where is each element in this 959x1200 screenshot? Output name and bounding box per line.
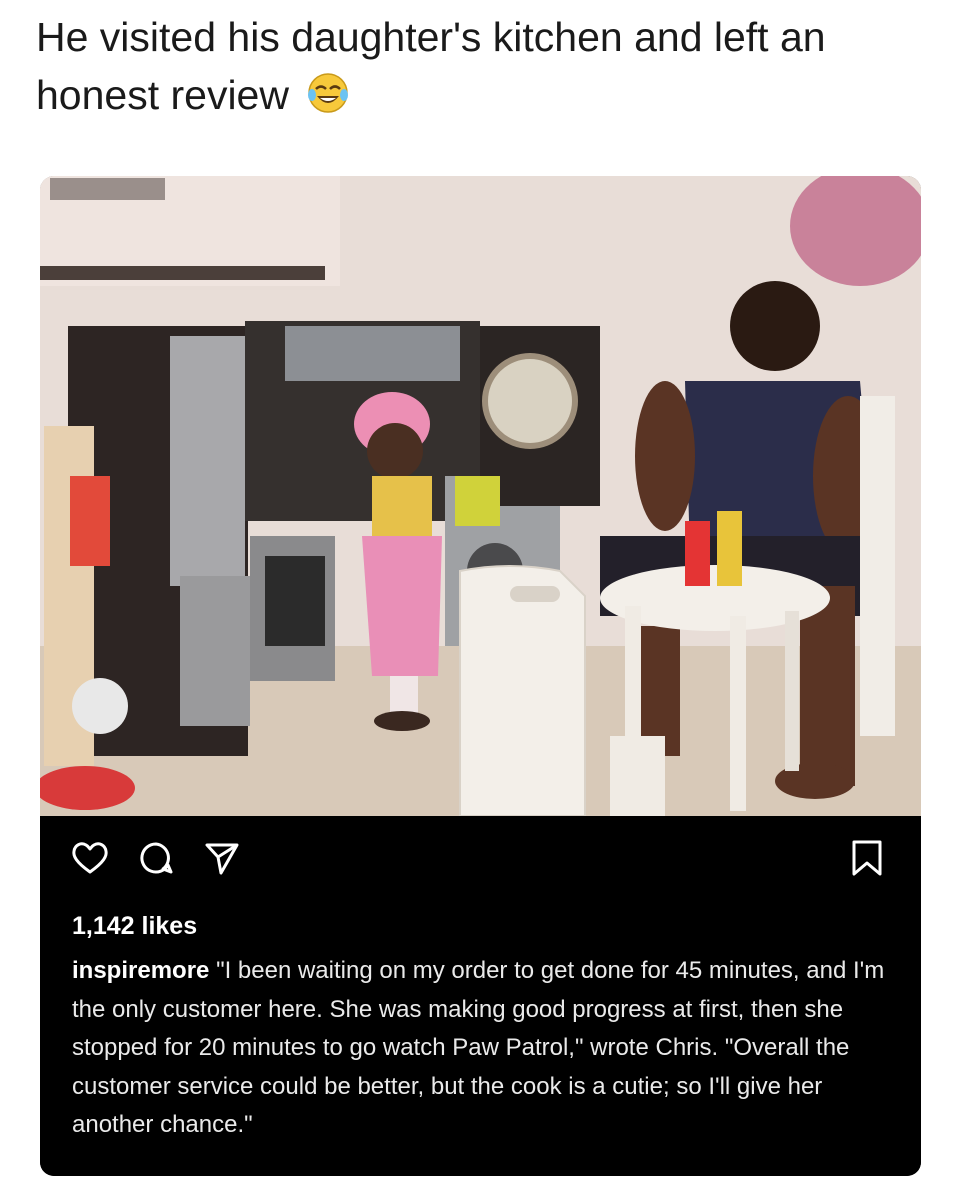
tears-of-joy-emoji-icon xyxy=(306,71,350,115)
post-action-bar: 1,142 likes inspiremore "I been waiting … xyxy=(40,816,921,1176)
post-caption: inspiremore "I been waiting on my order … xyxy=(72,952,892,1168)
bookmark-icon[interactable] xyxy=(847,838,887,878)
comment-icon[interactable] xyxy=(136,838,176,878)
post-photo xyxy=(40,176,921,816)
post-photo-image xyxy=(40,176,921,816)
caption-username[interactable]: inspiremore xyxy=(72,957,209,984)
instagram-post-card: 1,142 likes inspiremore "I been waiting … xyxy=(40,176,921,1176)
meme-headline: He visited his daughter's kitchen and le… xyxy=(36,8,916,124)
send-icon[interactable] xyxy=(202,838,242,878)
heart-icon[interactable] xyxy=(70,838,110,878)
post-actions xyxy=(70,838,242,878)
caption-text: "I been waiting on my order to get done … xyxy=(72,957,885,1138)
headline-text: He visited his daughter's kitchen and le… xyxy=(36,14,826,118)
likes-count[interactable]: 1,142 likes xyxy=(72,912,197,941)
